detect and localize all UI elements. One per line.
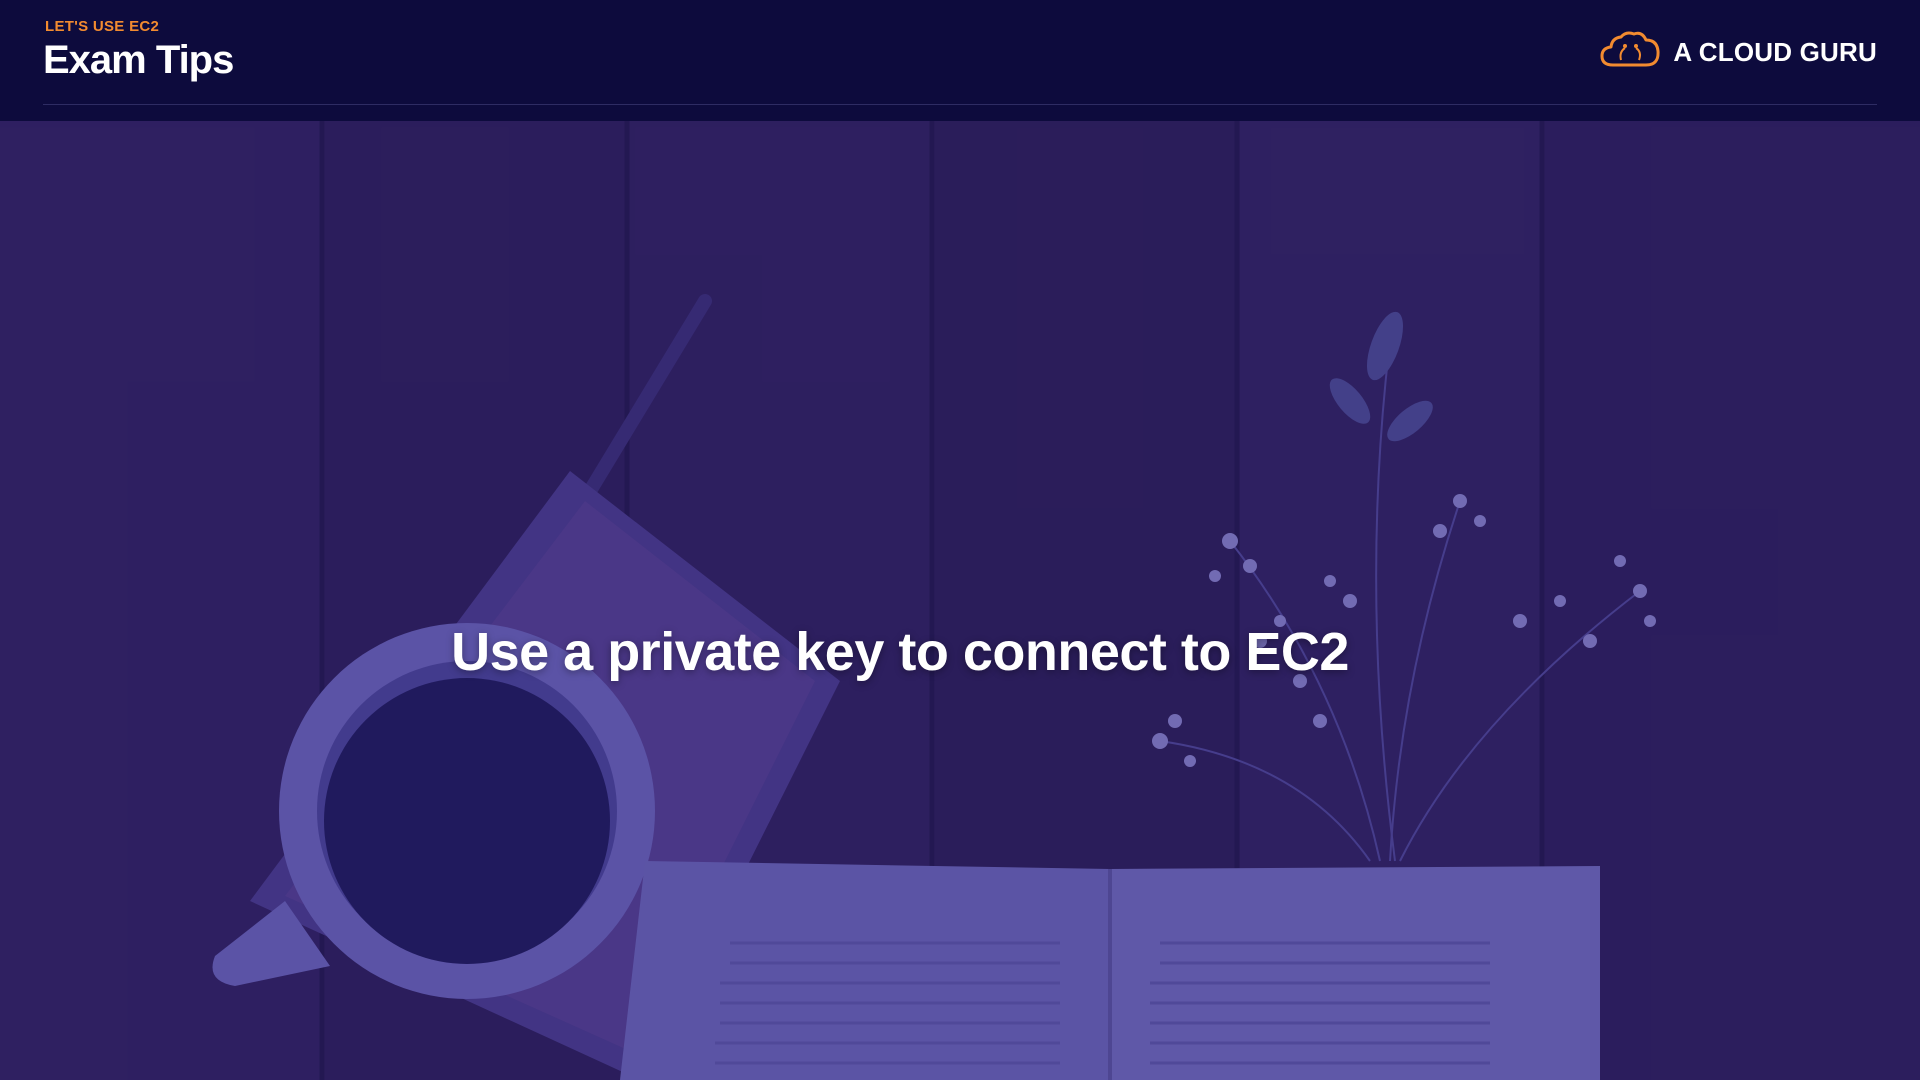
headline-container: Use a private key to connect to EC2	[0, 621, 1920, 683]
slide-title: Exam Tips	[43, 38, 234, 82]
background-photo: Use a private key to connect to EC2	[0, 121, 1920, 1080]
slide-header: LET'S USE EC2 Exam Tips A CLOUD GURU	[0, 0, 1920, 121]
brand-name: A CLOUD GURU	[1673, 36, 1877, 67]
brand-logo: A CLOUD GURU	[1599, 28, 1877, 76]
slide-headline: Use a private key to connect to EC2	[451, 622, 1349, 682]
section-kicker: LET'S USE EC2	[45, 18, 160, 35]
cloud-logo-icon	[1599, 30, 1661, 75]
header-divider	[43, 104, 1877, 105]
desk-illustration	[0, 121, 1920, 1080]
